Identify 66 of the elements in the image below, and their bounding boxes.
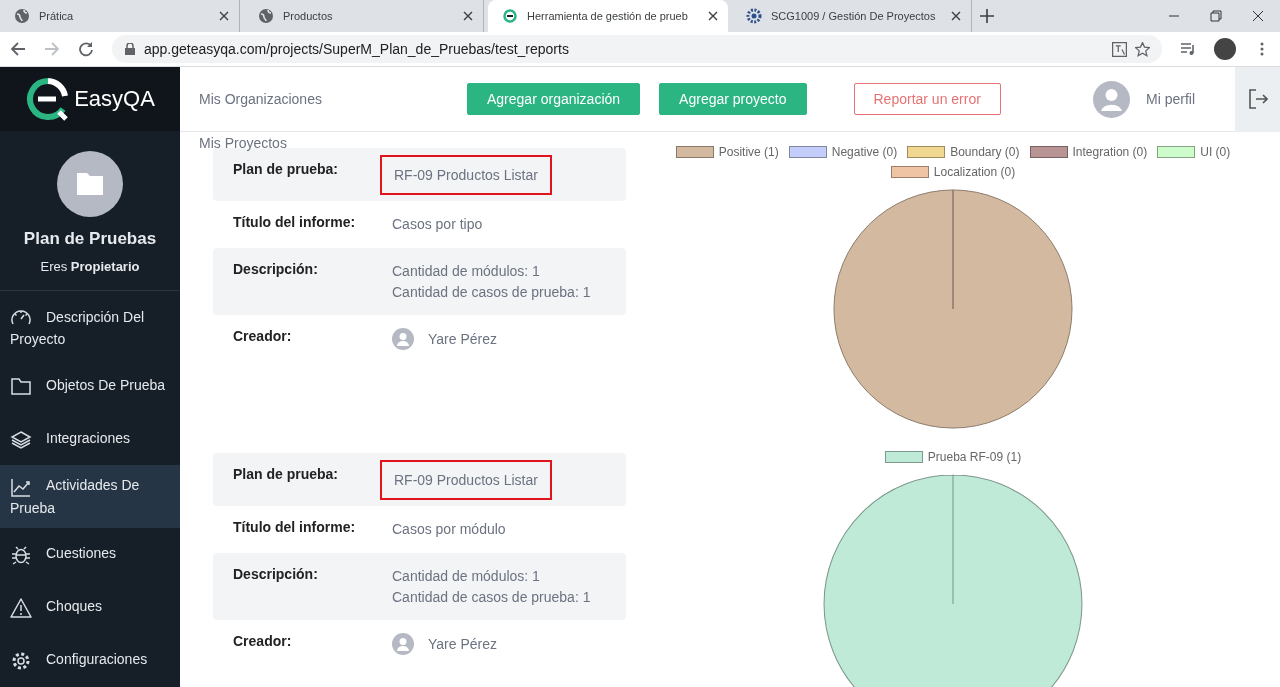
sidebar-item[interactable]: Cuestiones <box>0 528 180 581</box>
star-icon[interactable] <box>1135 41 1150 57</box>
close-icon[interactable] <box>708 11 718 21</box>
nav-link[interactable]: Mis Organizaciones <box>199 91 467 107</box>
logo-icon <box>502 8 518 24</box>
sidebar-item[interactable]: Descripción Del Proyecto <box>0 290 180 360</box>
logout-icon[interactable] <box>1247 89 1268 109</box>
field-label: Título del informe: <box>233 214 357 232</box>
field-label: Creador: <box>233 633 293 651</box>
sidebar-item[interactable]: Configuraciones <box>0 634 180 687</box>
close-icon[interactable] <box>1252 10 1264 22</box>
gear-icon <box>746 8 762 24</box>
browser-tab[interactable]: Herramienta de gestión de prueb <box>488 0 728 32</box>
field-value: Cantidad de módulos: 1 <box>392 262 541 281</box>
sidebar-item[interactable]: Objetos De Prueba <box>0 359 180 413</box>
project-role: Eres Propietario <box>40 258 140 274</box>
sidebar-item[interactable]: Actividades De Prueba <box>0 465 180 528</box>
close-icon[interactable] <box>951 11 961 21</box>
back-icon[interactable] <box>10 41 26 57</box>
field-label: Plan de prueba: <box>233 466 340 484</box>
field-label: Título del informe: <box>233 519 357 537</box>
folder-icon <box>10 375 32 398</box>
creator-name: Yare Pérez <box>428 634 497 654</box>
field-label: Creador: <box>233 328 293 346</box>
restore-icon[interactable] <box>1210 10 1222 22</box>
folder-icon <box>57 150 123 217</box>
globe-icon <box>258 8 274 24</box>
field-label: Plan de prueba: <box>233 161 340 179</box>
field-value: Casos por módulo <box>392 520 506 539</box>
playlist-icon[interactable] <box>1180 41 1196 57</box>
creator-name: Yare Pérez <box>428 329 497 349</box>
new-tab-icon[interactable] <box>980 9 994 23</box>
avatar-icon <box>392 633 414 655</box>
legend-label: Boundary (0) <box>950 145 1020 159</box>
sidebar-item[interactable]: Integraciones <box>0 412 180 466</box>
field-value: Cantidad de módulos: 1 <box>392 567 541 586</box>
profile-avatar[interactable] <box>1214 38 1236 60</box>
avatar-icon <box>392 328 414 350</box>
reload-icon[interactable] <box>78 41 94 57</box>
legend-label: Localization (0) <box>933 165 1016 179</box>
field-value: Cantidad de casos de prueba: 1 <box>392 283 591 302</box>
bug-icon <box>10 543 32 566</box>
legend-label: UI (0) <box>1200 145 1231 159</box>
logo-text: EasyQA <box>74 85 155 112</box>
project-name: Plan de Pruebas <box>23 228 157 249</box>
globe-icon <box>14 8 30 24</box>
legend-label: Prueba RF-09 (1) <box>927 450 1022 464</box>
warning-icon <box>10 596 32 619</box>
legend-label: Integration (0) <box>1072 145 1148 159</box>
layers-icon <box>10 428 32 451</box>
field-value: Casos por tipo <box>392 215 483 234</box>
lock-icon <box>124 43 136 55</box>
field-value: Cantidad de casos de prueba: 1 <box>392 588 591 607</box>
nav-link[interactable]: Mis Proyectos <box>199 135 287 151</box>
close-icon[interactable] <box>219 11 229 21</box>
profile-link[interactable]: Mi perfil <box>1146 91 1195 107</box>
field-label: Descripción: <box>233 261 319 279</box>
legend-label: Positive (1) <box>718 145 779 159</box>
close-icon[interactable] <box>463 11 473 21</box>
legend-label: Negative (0) <box>831 145 898 159</box>
sidebar-item[interactable]: Choques <box>0 581 180 634</box>
field-label: Descripción: <box>233 566 319 584</box>
plan-value: RF-09 Productos Listar <box>380 460 552 500</box>
address-bar[interactable]: app.geteasyqa.com/projects/SuperM_Plan_de_Pruebas/test_reports <box>112 35 1162 63</box>
translate-icon[interactable] <box>1112 41 1127 57</box>
plan-value: RF-09 Productos Listar <box>380 155 552 195</box>
